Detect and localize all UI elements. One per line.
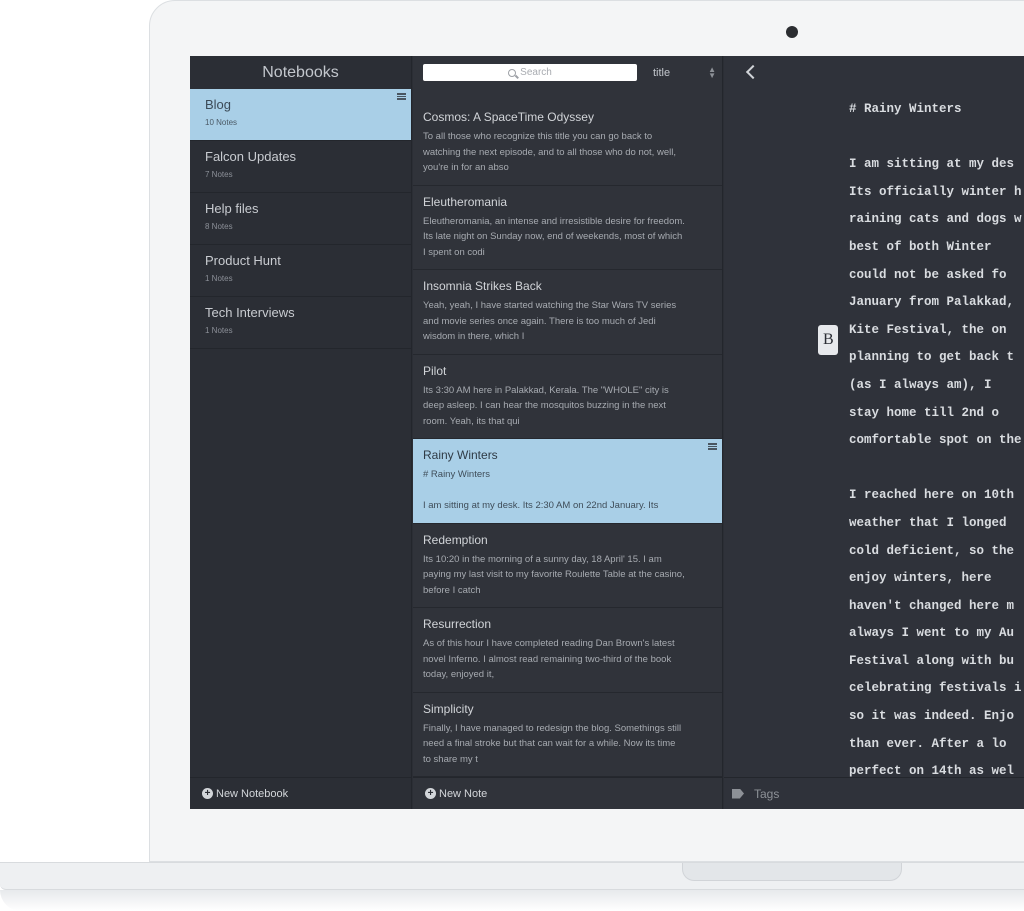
notes-panel: Search title ▲ ▼ Cosmos: A SpaceTime Odys… <box>413 56 723 809</box>
plus-circle-icon: + <box>202 788 213 799</box>
menu-icon[interactable] <box>397 93 406 100</box>
note-item[interactable]: Eleutheromania Eleutheromania, an intense… <box>413 186 722 270</box>
camera-icon <box>786 26 798 38</box>
editor-line: cold deficient, so the <box>849 543 1015 558</box>
notes-toolbar: Search title ▲ ▼ <box>413 56 722 89</box>
note-excerpt: Its 10:20 in the morning of a sunny day,… <box>423 553 685 596</box>
notebook-name: Product Hunt <box>205 253 281 268</box>
editor-line: enjoy winters, here <box>849 571 992 586</box>
note-title: Simplicity <box>423 701 474 716</box>
note-title: Redemption <box>423 532 488 547</box>
editor-line: stay home till 2nd o <box>849 405 1000 420</box>
notebook-count: 1 Notes <box>205 274 233 283</box>
tag-icon <box>732 788 744 799</box>
notebook-item[interactable]: Falcon Updates 7 Notes <box>190 141 411 193</box>
editor-line: raining cats and dogs w <box>849 212 1022 227</box>
search-icon <box>508 68 517 77</box>
editor-line: haven't changed here m <box>849 598 1015 613</box>
note-title: Eleutheromania <box>423 194 508 209</box>
notebook-item[interactable]: Tech Interviews 1 Notes <box>190 297 411 349</box>
editor-line: planning to get back t <box>849 350 1015 365</box>
note-excerpt: # Rainy Winters I am sitting at my desk.… <box>423 469 659 511</box>
editor-line: than ever. After a lo <box>849 736 1007 751</box>
notebook-item[interactable]: Blog 10 Notes <box>190 89 411 141</box>
editor-line: best of both Winter <box>849 239 992 254</box>
note-item[interactable]: Cosmos: A SpaceTime Odyssey To all those … <box>413 101 722 186</box>
bold-button[interactable]: B <box>818 325 838 355</box>
note-item[interactable]: Insomnia Strikes Back Yeah, yeah, I have … <box>413 270 722 355</box>
plus-circle-icon: + <box>425 788 436 799</box>
menu-icon[interactable] <box>708 443 717 450</box>
note-title: Pilot <box>423 363 447 378</box>
note-title: Insomnia Strikes Back <box>423 279 542 293</box>
notebook-count: 1 Notes <box>205 326 233 335</box>
notebook-count: 7 Notes <box>205 170 233 179</box>
note-excerpt: Its 3:30 AM here in Palakkad, Kerala. Th… <box>423 384 669 427</box>
note-item[interactable]: Pilot Its 3:30 AM here in Palakkad, Keral… <box>413 355 722 439</box>
note-list: Cosmos: A SpaceTime Odyssey To all those … <box>413 101 722 777</box>
note-item[interactable]: Rainy Winters # Rainy Winters I am sittin… <box>413 439 722 524</box>
note-excerpt: Finally, I have managed to redesign the … <box>423 722 682 765</box>
note-item[interactable]: Simplicity Finally, I have managed to red… <box>413 693 722 777</box>
editor-textarea[interactable]: # Rainy Winters I am sitting at my des Its… <box>849 96 1024 786</box>
notebooks-panel: Notebooks Blog 10 Notes Falcon Updates 7 No… <box>190 56 412 809</box>
editor-line: could not be asked fo <box>849 267 1007 282</box>
app-window: Notebooks Blog 10 Notes Falcon Updates 7 No… <box>190 56 1024 809</box>
search-input[interactable]: Search <box>423 64 637 81</box>
notebook-name: Falcon Updates <box>205 149 297 164</box>
editor-line: comfortable spot on the <box>849 433 1022 448</box>
editor-line: I am sitting at my des <box>849 157 1015 172</box>
editor-line: January from Palakkad, <box>849 295 1015 310</box>
editor-line: weather that I longed <box>849 515 1007 530</box>
note-item[interactable]: Redemption Its 10:20 in the morning of a … <box>413 524 722 608</box>
notebook-count: 8 Notes <box>205 222 233 231</box>
laptop-notch <box>682 863 902 881</box>
note-item[interactable]: Resurrection As of this hour I have compl… <box>413 608 722 693</box>
note-title: Resurrection <box>423 617 492 631</box>
notebook-list: Blog 10 Notes Falcon Updates 7 Notes Help fi… <box>190 89 411 349</box>
note-excerpt: To all those who recognize this title yo… <box>423 131 676 173</box>
tags-input[interactable]: Tags <box>724 777 1024 809</box>
sort-arrows-icon[interactable]: ▲ ▼ <box>708 65 716 79</box>
editor-line: so it was indeed. Enjo <box>849 709 1015 724</box>
laptop-base-lip <box>0 890 1024 911</box>
notebook-count: 10 Notes <box>205 118 238 127</box>
editor-line: Its officially winter h <box>849 184 1022 199</box>
new-note-label: New Note <box>439 787 488 800</box>
editor-line: Kite Festival, the on <box>849 322 1007 337</box>
new-note-button[interactable]: + New Note <box>413 777 722 809</box>
editor-line: I reached here on 10th <box>849 488 1015 503</box>
new-notebook-button[interactable]: + New Notebook <box>190 777 411 809</box>
editor-line: celebrating festivals i <box>849 681 1022 696</box>
note-title: Cosmos: A SpaceTime Odyssey <box>423 110 594 124</box>
back-icon[interactable] <box>745 64 761 80</box>
notebooks-title: Notebooks <box>262 64 339 81</box>
sort-select[interactable]: title <box>653 67 670 79</box>
editor-line: # Rainy Winters <box>849 102 962 116</box>
notebook-item[interactable]: Product Hunt 1 Notes <box>190 245 411 297</box>
note-excerpt: Eleutheromania, an intense and irresisti… <box>423 215 685 258</box>
notebook-name: Help files <box>205 201 259 216</box>
editor-line: Festival along with bu <box>849 653 1015 668</box>
editor-line: always I went to my Au <box>849 626 1015 641</box>
notebook-item[interactable]: Help files 8 Notes <box>190 193 411 245</box>
tags-label: Tags <box>754 786 780 801</box>
search-placeholder: Search <box>520 67 552 78</box>
notebook-name: Blog <box>205 97 232 112</box>
notebook-name: Tech Interviews <box>205 305 295 320</box>
editor-panel: # Rainy Winters I am sitting at my des Its… <box>724 56 1024 809</box>
new-notebook-label: New Notebook <box>216 787 289 800</box>
note-excerpt: Yeah, yeah, I have started watching the … <box>423 300 677 342</box>
note-excerpt: As of this hour I have completed reading… <box>423 638 675 680</box>
editor-toolbar <box>724 56 1024 89</box>
editor-line: (as I always am), I <box>849 377 992 392</box>
note-title: Rainy Winters <box>423 448 498 462</box>
